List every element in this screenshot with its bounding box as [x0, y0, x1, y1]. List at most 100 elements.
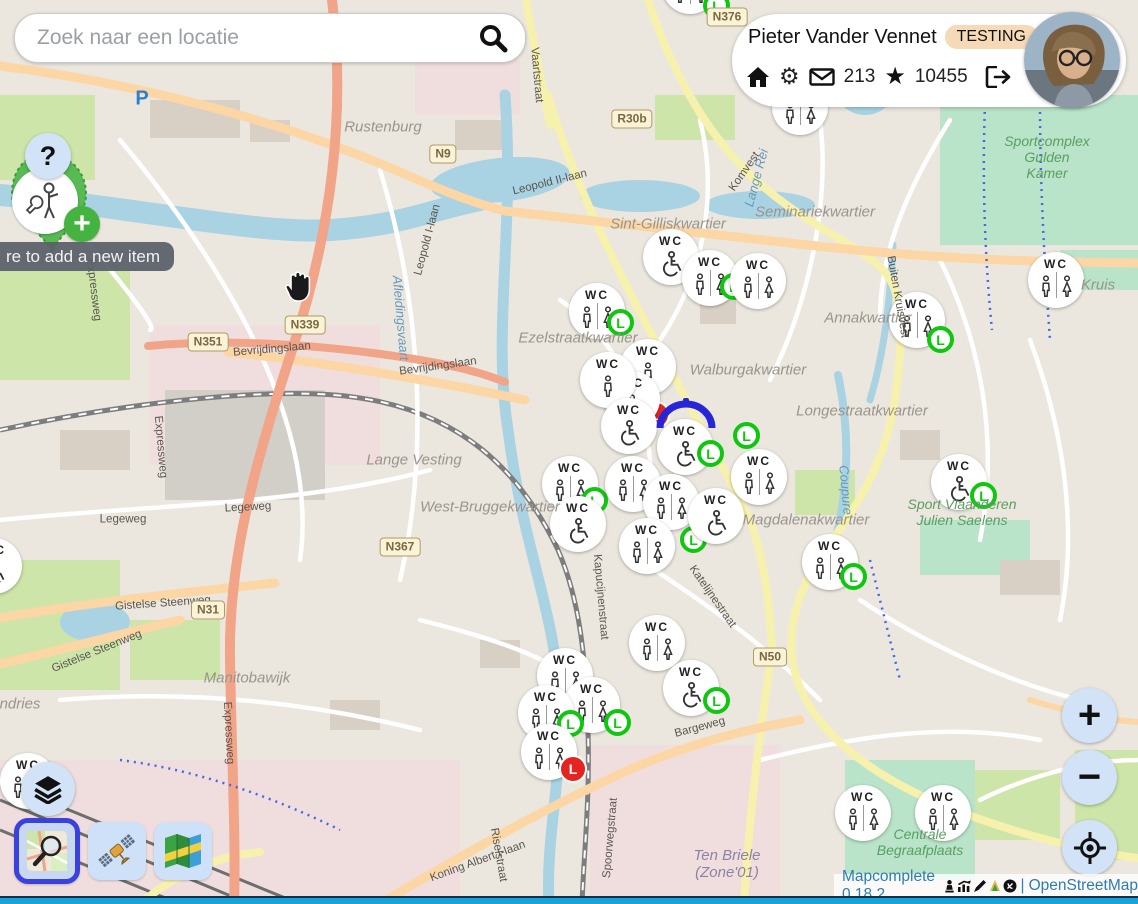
bottom-accent-strip [0, 896, 1138, 904]
zoom-out-button[interactable]: − [1062, 750, 1117, 805]
statue-icon[interactable] [943, 879, 956, 893]
fig-wheel [679, 680, 703, 708]
map-label: Gistelse Steenweg [50, 628, 144, 676]
fig-wheel [659, 249, 683, 277]
community-icon[interactable] [1003, 879, 1017, 893]
map-label: Rustenburg [344, 118, 422, 135]
wc-marker[interactable]: WCL [521, 724, 577, 780]
map-label: Coupure [835, 465, 854, 516]
wc-marker[interactable]: WC [550, 496, 606, 552]
wc-marker[interactable]: WC [688, 488, 744, 544]
wc-marker-label: WC [746, 258, 770, 272]
star-icon[interactable]: ★ [884, 62, 906, 91]
fig-man [1039, 272, 1053, 300]
avatar[interactable] [1024, 12, 1120, 108]
fig-man [601, 372, 615, 400]
status-badge-red: L [559, 755, 587, 783]
add-item-tooltip: re to add a new item [0, 242, 174, 271]
wc-marker-label: WC [679, 665, 703, 679]
wc-marker-label: WC [947, 459, 971, 473]
pencil-icon[interactable] [973, 879, 987, 893]
fig-man [926, 805, 940, 833]
status-badge-green: L [697, 440, 724, 467]
search-icon[interactable] [477, 22, 509, 54]
map-label: Riselstraat [487, 827, 509, 883]
wc-marker[interactable]: WC [0, 538, 22, 594]
fig-man [580, 303, 594, 331]
map-label: Katelijnestraat [686, 563, 739, 630]
wc-marker[interactable]: WC [1028, 252, 1084, 308]
map-label: Spoorwegstraat [601, 797, 621, 878]
gear-icon[interactable]: ⚙ [779, 63, 800, 90]
help-button[interactable]: ? [25, 133, 71, 179]
wc-marker[interactable]: WC [731, 449, 787, 505]
fig-man [640, 635, 654, 663]
map-label: Bevrijdingslaan [398, 355, 477, 379]
geolocate-button[interactable] [1062, 820, 1117, 875]
status-badge-green: L [703, 0, 730, 19]
wc-marker[interactable]: WC [730, 253, 786, 309]
road-shield: R30b [611, 110, 652, 129]
wc-marker[interactable]: WCL [802, 534, 858, 590]
wc-marker-label: WC [645, 620, 669, 634]
openstreetmap-link[interactable]: OpenStreetMap [1029, 877, 1138, 895]
fig-wheel [617, 418, 641, 446]
map-label: Kruis [1081, 276, 1115, 293]
map-label: Kapucijnenstraat [590, 554, 611, 640]
fig-wheel [947, 474, 971, 502]
mapcomplete-app: LWCWCWCWCWCWCLLWCLWCWC✓WCLWCWCLWCLWCWCLW… [0, 0, 1138, 904]
attribution-bar: Mapcomplete 0.18.2 | OpenStreetMap [834, 874, 1138, 897]
fig-man [741, 273, 755, 301]
mail-icon[interactable] [809, 68, 835, 86]
style-osm-carto-button[interactable] [14, 818, 80, 884]
fig-man [742, 469, 756, 497]
wc-marker[interactable]: WCL [889, 292, 945, 348]
map-label: Vaartstraat [527, 47, 545, 103]
wc-marker[interactable]: WC [835, 785, 891, 841]
map-label: Longestraatkwartier [796, 402, 928, 419]
style-map-button[interactable] [154, 822, 212, 880]
wc-marker[interactable]: WC [915, 785, 971, 841]
fig-woman [867, 805, 881, 833]
add-plus-button[interactable]: + [64, 206, 100, 242]
wc-marker-label: WC [580, 682, 604, 696]
logout-icon[interactable] [985, 66, 1011, 88]
status-badge-green: L [970, 482, 997, 509]
fig-wheel [704, 508, 728, 536]
status-badge-green: L [927, 326, 954, 353]
search-input[interactable] [15, 26, 477, 50]
map-label: Leopold II-laan [511, 167, 588, 198]
style-satellite-button[interactable] [88, 822, 146, 880]
wc-marker[interactable]: WC [601, 398, 657, 454]
map-label: Walburgakwartier [690, 361, 806, 378]
zoom-in-glyph: + [1078, 693, 1101, 738]
wc-marker[interactable]: WCL [569, 283, 625, 339]
wc-marker[interactable]: WCL [662, 0, 718, 14]
user-name[interactable]: Pieter Vander Vennet [748, 26, 937, 49]
wc-marker-label: WC [0, 543, 6, 557]
wc-marker-label: WC [566, 501, 590, 515]
fig-woman [762, 273, 776, 301]
wc-marker-label: WC [534, 690, 558, 704]
testing-badge: TESTING [945, 25, 1038, 49]
layers-icon [33, 774, 63, 804]
layers-button[interactable] [21, 762, 75, 816]
wc-marker-label: WC [537, 729, 561, 743]
attribution-icons [943, 879, 1017, 893]
statistics-icon[interactable] [957, 879, 972, 893]
wc-marker[interactable]: WCL [663, 660, 719, 716]
map-label: Gistelse Steenweg [115, 594, 212, 614]
zoom-in-button[interactable]: + [1062, 688, 1117, 743]
wc-marker[interactable]: WC [619, 518, 675, 574]
satellite-icon [96, 830, 138, 872]
road-shield: N31 [191, 601, 225, 620]
wc-marker-label: WC [659, 234, 683, 248]
fig-man [900, 312, 914, 340]
home-icon[interactable] [746, 66, 770, 88]
fig-woman [763, 469, 777, 497]
wc-marker-label: WC [636, 344, 660, 358]
changesets-count: 10455 [915, 66, 968, 88]
wc-marker-label: WC [553, 653, 577, 667]
theme-logo-icon[interactable] [988, 879, 1002, 893]
wc-marker[interactable]: WCL [931, 454, 987, 510]
